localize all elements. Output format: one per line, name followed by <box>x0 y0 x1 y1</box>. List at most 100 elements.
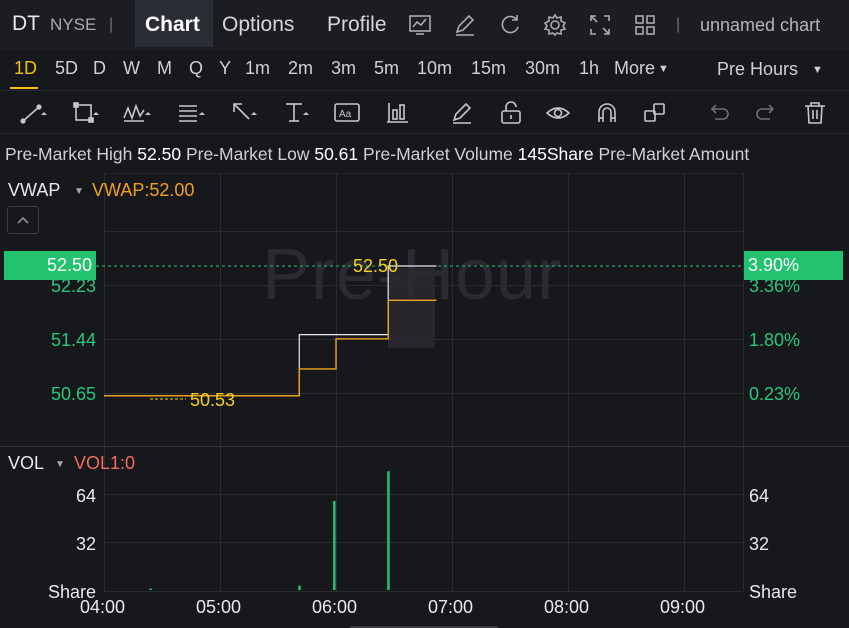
grid-line <box>104 231 743 232</box>
undo-icon[interactable] <box>706 100 732 126</box>
layout-grid-icon[interactable] <box>632 12 658 38</box>
interval-30m[interactable]: 30m <box>525 58 560 79</box>
grid-line <box>104 591 743 592</box>
time-tick: 09:00 <box>660 597 706 617</box>
indicator-pen-icon[interactable] <box>452 12 478 38</box>
price-range-icon[interactable] <box>384 100 410 126</box>
time-tick: 05:00 <box>196 597 242 617</box>
caret-down-icon: ▼ <box>812 64 823 76</box>
time-tick: 07:00 <box>428 597 474 617</box>
high-marker-label: 52.50 <box>353 256 399 276</box>
refresh-icon[interactable] <box>497 12 523 38</box>
premarket-volume-label: Pre-Market Volume <box>363 144 513 164</box>
premarket-high-value: 52.50 <box>137 144 182 164</box>
premarket-high-label: Pre-Market High <box>5 144 133 164</box>
grid-line <box>104 494 743 495</box>
panel-divider <box>0 446 849 447</box>
y-tick-left: 52.23 <box>50 276 96 296</box>
interval-1h[interactable]: 1h <box>579 58 599 79</box>
svg-text:Aa: Aa <box>339 109 352 120</box>
arrow-icon[interactable] <box>230 100 257 126</box>
interval-15m[interactable]: 15m <box>471 58 506 79</box>
premarket-volume-value: 145Share <box>517 144 594 164</box>
magnet-icon[interactable] <box>594 100 620 126</box>
chart-name[interactable]: unnamed chart <box>700 15 820 36</box>
vol-indicator-value: VOL1:0 <box>74 453 136 473</box>
interval-1m[interactable]: 1m <box>245 58 270 79</box>
interval-1d[interactable]: 1D <box>14 58 37 79</box>
grid-vline <box>220 173 221 591</box>
interval-3m[interactable]: 3m <box>331 58 356 79</box>
vwap-indicator-name[interactable]: VWAP <box>8 180 60 201</box>
interval-bar: 1D 5D D W M Q Y 1m 2m 3m 5m 10m 15m 30m … <box>0 50 849 90</box>
grid-line <box>104 542 743 543</box>
interval-w[interactable]: W <box>123 58 140 79</box>
vol-indicator-name[interactable]: VOL <box>8 453 44 474</box>
chart-type-icon[interactable] <box>407 12 433 38</box>
pattern-icon[interactable] <box>122 100 151 126</box>
fullscreen-icon[interactable] <box>587 12 613 38</box>
separator: | <box>109 16 114 33</box>
vol-unit-right: Share <box>749 582 798 602</box>
trend-line-icon[interactable] <box>20 100 47 126</box>
vwap-indicator-value: VWAP:52.00 <box>92 180 195 200</box>
premarket-low-value: 50.61 <box>314 144 359 164</box>
interval-m[interactable]: M <box>157 58 172 79</box>
time-tick: 04:00 <box>80 597 126 617</box>
chevron-up-icon <box>17 216 29 224</box>
grid-vline <box>568 173 569 591</box>
rectangle-icon[interactable] <box>72 100 99 126</box>
annotation-icon[interactable]: Aa <box>333 100 360 126</box>
top-bar: DT NYSE | Chart Options Profile | unname… <box>0 0 849 50</box>
y-tick-left: 51.44 <box>50 330 96 350</box>
interval-10m[interactable]: 10m <box>417 58 452 79</box>
symbol[interactable]: DT <box>12 12 40 36</box>
y-tick-right: 3.36% <box>749 276 801 296</box>
tab-profile[interactable]: Profile <box>327 0 387 47</box>
collapse-panel-button[interactable] <box>7 206 39 234</box>
vol-y-tick-right: 32 <box>749 534 770 554</box>
caret-down-icon[interactable]: ▼ <box>55 459 65 470</box>
premarket-low-label: Pre-Market Low <box>185 144 310 164</box>
interval-d[interactable]: D <box>93 58 106 79</box>
grid-vline <box>684 173 685 591</box>
interval-5m[interactable]: 5m <box>374 58 399 79</box>
session-label: Pre Hours <box>717 59 799 79</box>
interval-2m[interactable]: 2m <box>288 58 313 79</box>
grid-line <box>104 339 743 340</box>
session-select[interactable]: Pre Hours ▼ <box>717 59 823 80</box>
active-interval-underline <box>10 87 38 89</box>
grid-line <box>104 173 743 174</box>
tab-chart[interactable]: Chart <box>135 0 213 47</box>
redo-icon[interactable] <box>753 100 779 126</box>
low-marker-label: 50.53 <box>190 390 236 410</box>
tab-options[interactable]: Options <box>222 0 294 47</box>
caret-down-icon: ▼ <box>658 63 669 75</box>
clone-icon[interactable] <box>642 100 668 126</box>
fib-lines-icon[interactable] <box>176 100 205 126</box>
eye-icon[interactable] <box>545 100 571 126</box>
pen-icon[interactable] <box>449 100 475 126</box>
trash-icon[interactable] <box>802 100 828 126</box>
y-tick-right: 1.80% <box>749 330 801 350</box>
interval-5d[interactable]: 5D <box>55 58 78 79</box>
drawing-toolbar: Aa <box>0 90 849 134</box>
more-label: More <box>614 58 656 78</box>
vol-y-tick-left: 32 <box>75 534 96 554</box>
text-tool-icon[interactable] <box>282 100 309 126</box>
time-tick: 08:00 <box>544 597 590 617</box>
y-tick-right: 0.23% <box>749 384 801 404</box>
time-tick: 06:00 <box>312 597 358 617</box>
watermark: Pre-Hour <box>262 235 563 315</box>
vol-y-tick-left: 64 <box>75 486 96 506</box>
grid-vline <box>104 173 105 591</box>
settings-gear-icon[interactable] <box>542 12 568 38</box>
separator: | <box>676 16 681 33</box>
interval-q[interactable]: Q <box>189 58 203 79</box>
lock-icon[interactable] <box>498 100 524 126</box>
premarket-amount-label: Pre-Market Amount <box>598 144 750 164</box>
interval-y[interactable]: Y <box>219 58 231 79</box>
vol-y-tick-right: 64 <box>749 486 770 506</box>
caret-down-icon[interactable]: ▼ <box>74 186 84 197</box>
more-intervals-button[interactable]: More ▼ <box>614 58 669 79</box>
